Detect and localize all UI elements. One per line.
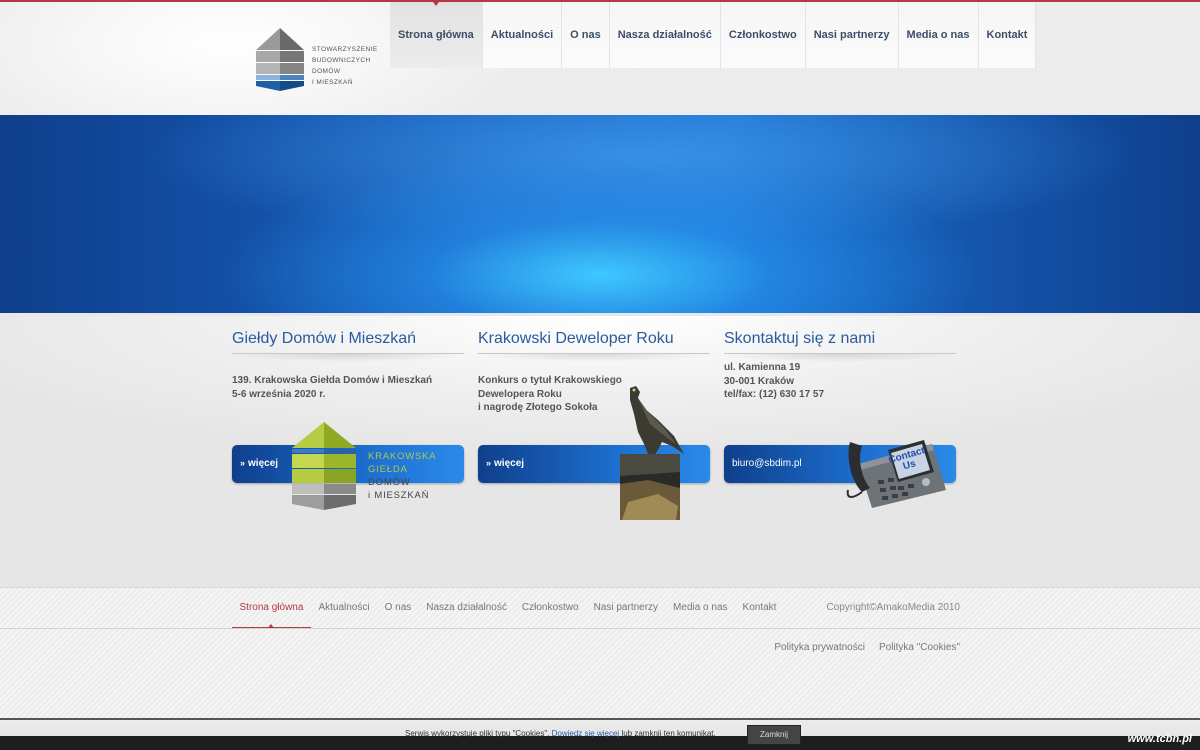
fair-logo-line: i MIESZKAŃ xyxy=(368,490,430,501)
watermark: www.tcbn.pl xyxy=(1127,733,1192,745)
site-header: STOWARZYSZENIE BUDOWNICZYCH DOMÓW I MIES… xyxy=(0,0,1200,115)
nav-item-media[interactable]: Media o nas xyxy=(898,2,979,68)
logo-line: DOMÓW xyxy=(312,68,341,75)
column-developer: Krakowski Deweloper Roku Konkurs o tytuł… xyxy=(478,316,710,520)
address-line: ul. Kamienna 19 xyxy=(724,362,801,373)
building-logo-icon xyxy=(256,28,304,91)
nav-item-activity[interactable]: Nasza działalność xyxy=(609,2,721,68)
cookie-message: Serwis wykorzystuje pliki typu "Cookies"… xyxy=(405,729,716,738)
title-divider xyxy=(478,354,710,364)
fair-logo-line: GIEŁDA xyxy=(368,464,408,475)
arrow-right-icon: » xyxy=(486,458,492,468)
nav-item-partners[interactable]: Nasi partnerzy xyxy=(805,2,899,68)
footer-nav-item-media[interactable]: Media o nas xyxy=(666,588,735,628)
logo-line: BUDOWNICZYCH xyxy=(312,57,371,64)
phone-line: tel/fax: (12) 630 17 57 xyxy=(724,389,825,400)
footer-nav-bar: Strona główna Aktualności O nas Nasza dz… xyxy=(0,588,1200,629)
column-contact: Skontaktuj się z nami ul. Kamienna 19 30… xyxy=(724,316,956,508)
column-text: 139. Krakowska Giełda Domów i Mieszkań 5… xyxy=(232,374,464,401)
footer-nav-item-membership[interactable]: Członkostwo xyxy=(514,588,586,628)
main-nav: Strona główna Aktualności O nas Nasza dz… xyxy=(390,2,1037,68)
address-line: 30-001 Kraków xyxy=(724,375,795,387)
cookie-close-button[interactable]: Zamknij xyxy=(747,725,801,745)
more-label: więcej xyxy=(494,458,525,469)
nav-item-about[interactable]: O nas xyxy=(562,2,610,68)
footer-nav-item-about[interactable]: O nas xyxy=(377,588,419,628)
nav-item-membership[interactable]: Członkostwo xyxy=(720,2,806,68)
more-link[interactable]: » więcej xyxy=(240,458,278,469)
content-area: Giełdy Domów i Mieszkań 139. Krakowska G… xyxy=(0,316,1200,587)
privacy-policy-link[interactable]: Polityka prywatności xyxy=(774,642,865,653)
hero-banner xyxy=(0,115,1200,316)
contact-phone: Contact Us xyxy=(844,424,948,510)
fair-logo-text: KRAKOWSKA GIEŁDA DOMÓW i MIESZKAŃ xyxy=(368,450,448,502)
email-link[interactable]: biuro@sbdim.pl xyxy=(732,458,802,469)
column-title: Krakowski Deweloper Roku xyxy=(478,330,710,354)
policy-links: Polityka prywatności Polityka "Cookies" xyxy=(774,642,960,653)
column-fairs: Giełdy Domów i Mieszkań 139. Krakowska G… xyxy=(232,316,464,510)
footer-nav-item-activity[interactable]: Nasza działalność xyxy=(419,588,515,628)
footer-nav-item-contact[interactable]: Kontakt xyxy=(735,588,784,628)
more-label: więcej xyxy=(248,458,279,469)
nav-item-news[interactable]: Aktualności xyxy=(482,2,563,68)
fair-logo[interactable]: KRAKOWSKA GIEŁDA DOMÓW i MIESZKAŃ xyxy=(290,422,440,514)
site-footer: Strona główna Aktualności O nas Nasza dz… xyxy=(0,587,1200,719)
footer-nav-item-partners[interactable]: Nasi partnerzy xyxy=(586,588,665,628)
text-line: 5-6 września 2020 r. xyxy=(232,388,326,400)
title-divider xyxy=(232,354,464,364)
column-text: ul. Kamienna 19 30-001 Kraków tel/fax: (… xyxy=(724,361,956,402)
copyright: Copyright©AmakoMedia 2010 xyxy=(826,602,960,613)
cookie-text: Serwis wykorzystuje pliki typu "Cookies"… xyxy=(405,729,552,738)
cookie-bar: Serwis wykorzystuje pliki typu "Cookies"… xyxy=(0,718,1200,750)
column-title: Skontaktuj się z nami xyxy=(724,330,956,354)
footer-nav: Strona główna Aktualności O nas Nasza dz… xyxy=(232,588,784,628)
logo-line: STOWARZYSZENIE xyxy=(312,46,378,53)
cookies-policy-link[interactable]: Polityka "Cookies" xyxy=(879,642,960,653)
cookie-more-link[interactable]: Dowiedz się więcej xyxy=(552,729,620,738)
nav-item-contact[interactable]: Kontakt xyxy=(978,2,1037,68)
site-logo[interactable]: STOWARZYSZENIE BUDOWNICZYCH DOMÓW I MIES… xyxy=(256,26,377,94)
arrow-right-icon: » xyxy=(240,458,246,468)
footer-nav-item-news[interactable]: Aktualności xyxy=(311,588,377,628)
fair-logo-line: KRAKOWSKA xyxy=(368,451,437,462)
eagle-trophy-icon xyxy=(620,386,684,520)
phone-icon: Contact Us xyxy=(846,440,946,508)
logo-text: STOWARZYSZENIE BUDOWNICZYCH DOMÓW I MIES… xyxy=(312,44,382,88)
logo-line: I MIESZKAŃ xyxy=(312,79,353,86)
column-title: Giełdy Domów i Mieszkań xyxy=(232,330,464,354)
footer-nav-item-home[interactable]: Strona główna xyxy=(232,588,311,628)
fair-logo-line: DOMÓW xyxy=(368,477,411,488)
nav-item-home[interactable]: Strona główna xyxy=(390,2,483,68)
text-line: 139. Krakowska Giełda Domów i Mieszkań xyxy=(232,375,433,386)
eagle-statue xyxy=(618,384,688,524)
cookie-text: lub zamknij ten komunikat. xyxy=(619,729,716,738)
building-green-icon xyxy=(292,422,356,510)
more-link[interactable]: » więcej xyxy=(486,458,524,469)
